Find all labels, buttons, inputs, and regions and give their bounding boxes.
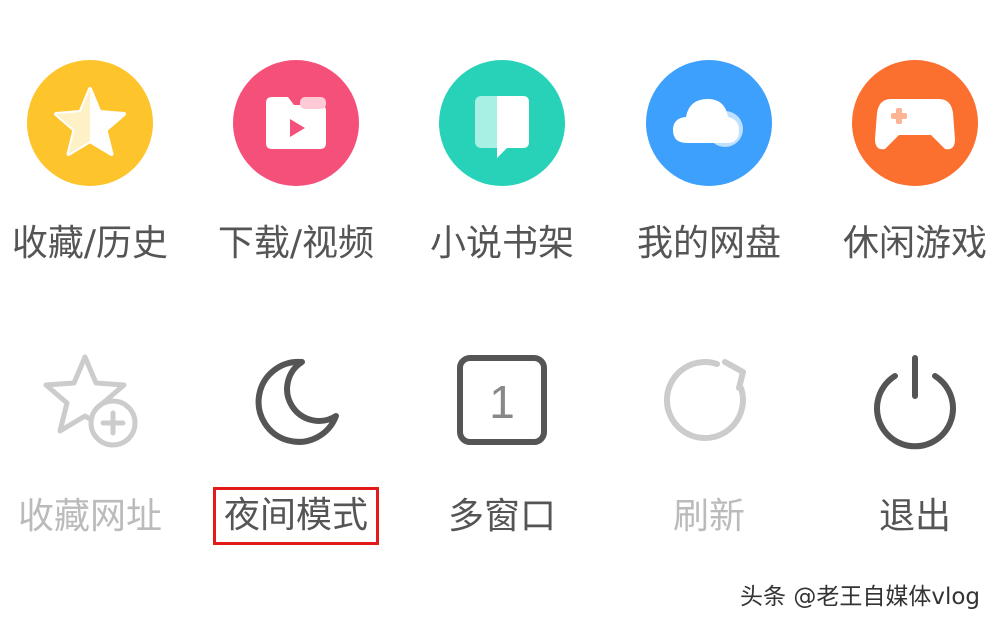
menu-item-exit[interactable]: 退出 — [812, 335, 1000, 539]
favorites-history-label: 收藏/历史 — [11, 223, 169, 264]
add-bookmark-label: 收藏网址 — [17, 496, 162, 537]
casual-games-label: 休闲游戏 — [842, 223, 987, 264]
browser-menu-panel: 收藏/历史 下载/视频 小说书架 我的网盘 休闲游戏 收藏网址 夜间模式 1 多… — [0, 0, 1000, 625]
gamepad-icon — [850, 58, 980, 188]
menu-item-multi-window[interactable]: 1 多窗口 — [399, 335, 605, 539]
exit-label: 退出 — [878, 496, 951, 537]
window-count-icon: 1 — [437, 335, 567, 465]
menu-item-casual-games[interactable]: 休闲游戏 — [812, 58, 1000, 266]
cloud-icon — [644, 58, 774, 188]
star-icon — [25, 58, 155, 188]
novel-bookshelf-label: 小说书架 — [429, 223, 574, 264]
menu-item-downloads-video[interactable]: 下载/视频 — [193, 58, 399, 266]
book-icon — [437, 58, 567, 188]
moon-icon — [231, 335, 361, 465]
menu-item-refresh[interactable]: 刷新 — [606, 335, 812, 539]
menu-item-cloud-drive[interactable]: 我的网盘 — [606, 58, 812, 266]
menu-item-night-mode[interactable]: 夜间模式 — [193, 335, 399, 545]
watermark: 头条 @老王自媒体vlog — [740, 584, 980, 610]
menu-item-novel-bookshelf[interactable]: 小说书架 — [399, 58, 605, 266]
star-add-icon — [25, 335, 155, 465]
refresh-icon — [644, 335, 774, 465]
downloads-video-label: 下载/视频 — [217, 223, 375, 264]
video-folder-icon — [231, 58, 361, 188]
menu-item-add-bookmark[interactable]: 收藏网址 — [0, 335, 193, 539]
window-count: 1 — [489, 376, 515, 428]
power-icon — [850, 335, 980, 465]
menu-item-favorites-history[interactable]: 收藏/历史 — [0, 58, 193, 266]
night-mode-label: 夜间模式 — [212, 487, 379, 545]
cloud-drive-label: 我的网盘 — [636, 223, 781, 264]
multi-window-label: 多窗口 — [447, 496, 556, 537]
refresh-label: 刷新 — [672, 496, 745, 537]
